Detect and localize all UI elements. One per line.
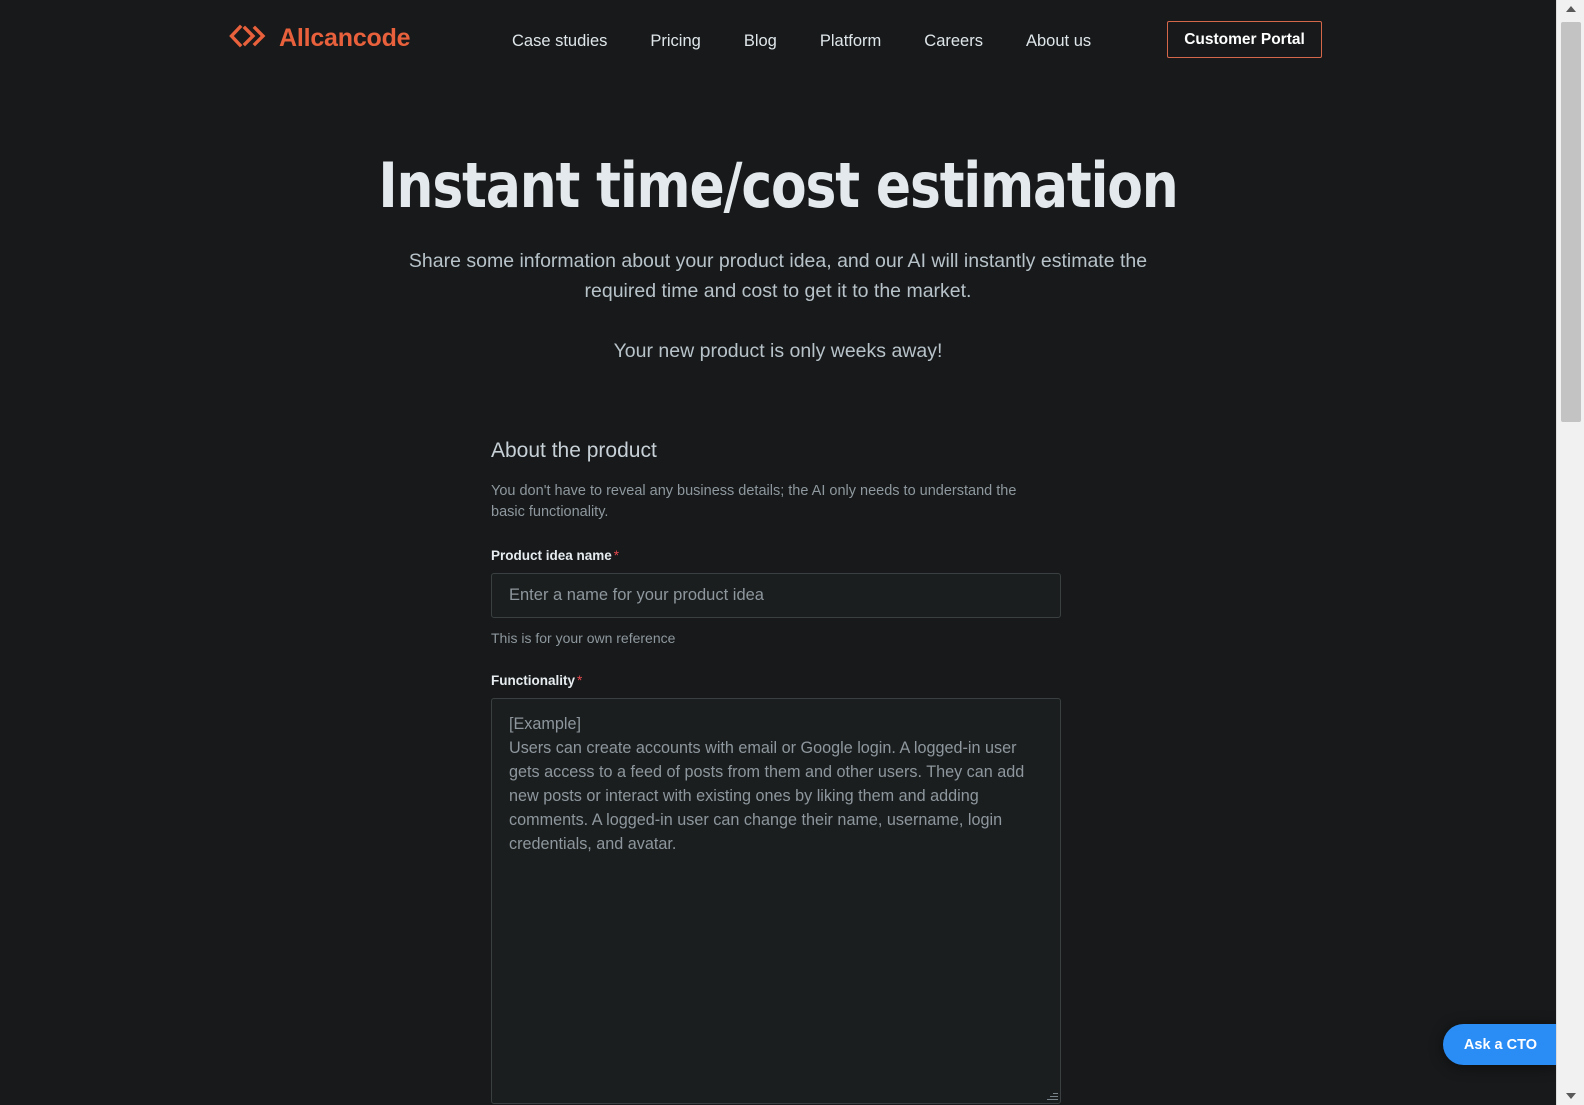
required-asterisk: * [577, 672, 583, 688]
scrollbar-thumb[interactable] [1561, 22, 1581, 422]
product-idea-name-label-text: Product idea name [491, 548, 612, 564]
page-title: Instant time/cost estimation [378, 149, 1178, 222]
required-asterisk: * [613, 548, 620, 564]
scroll-down-arrow-icon[interactable] [1557, 1087, 1584, 1105]
brand-logo[interactable]: Allcancode [228, 24, 411, 53]
section-title: About the product [491, 439, 657, 462]
functionality-label: Functionality * [491, 673, 1061, 688]
chevrons-logo-icon [228, 24, 268, 53]
site-header: Allcancode Case studies Pricing Blog Pla… [0, 0, 1556, 80]
nav-item-pricing[interactable]: Pricing [650, 28, 700, 55]
product-idea-name-label: Product idea name * [491, 548, 1061, 563]
hero-tagline: Your new product is only weeks away! [613, 339, 943, 362]
customer-portal-button[interactable]: Customer Portal [1167, 21, 1322, 58]
ask-a-cto-button[interactable]: Ask a CTO [1442, 1024, 1556, 1065]
page-scrollbar[interactable] [1556, 0, 1584, 1105]
section-description: You don't have to reveal any business de… [491, 483, 1017, 521]
nav-item-blog[interactable]: Blog [744, 28, 777, 55]
hero-subtitle: Share some information about your produc… [408, 250, 1148, 302]
nav-item-careers[interactable]: Careers [924, 28, 983, 55]
about-the-product-form: About the product You don't have to reve… [491, 437, 1061, 1104]
functionality-textarea[interactable] [491, 697, 1061, 1104]
functionality-textarea-wrapper [491, 697, 1061, 1104]
product-idea-name-hint: This is for your own reference [491, 630, 676, 647]
hero-section: Instant time/cost estimation Share some … [0, 150, 1556, 366]
nav-item-about-us[interactable]: About us [1026, 28, 1091, 55]
scroll-up-arrow-icon[interactable] [1557, 0, 1584, 18]
nav-item-case-studies[interactable]: Case studies [512, 28, 607, 55]
page-viewport: Allcancode Case studies Pricing Blog Pla… [0, 0, 1556, 1105]
brand-name: Allcancode [279, 24, 411, 52]
main-navigation: Case studies Pricing Blog Platform Caree… [512, 28, 1091, 55]
nav-item-platform[interactable]: Platform [820, 28, 881, 55]
product-idea-name-input[interactable] [491, 573, 1061, 619]
functionality-label-text: Functionality [491, 672, 575, 688]
